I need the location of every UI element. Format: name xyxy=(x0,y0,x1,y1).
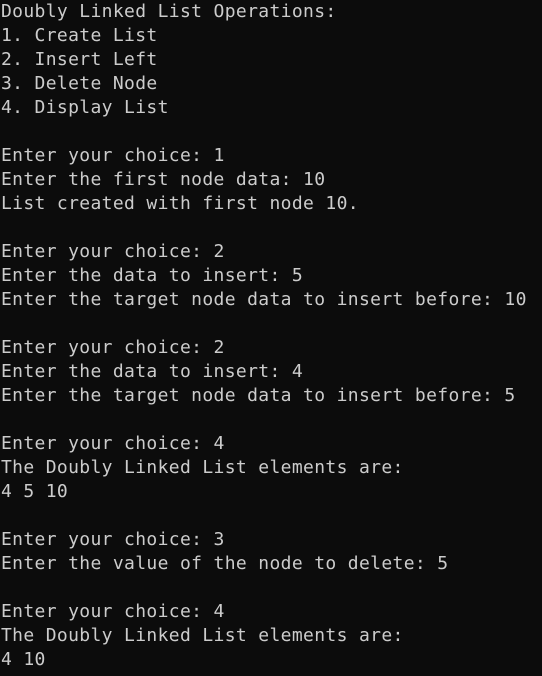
list-elements-line: 4 5 10 xyxy=(1,481,69,502)
choice-prompt-line: Enter your choice: 4 xyxy=(1,601,225,622)
menu-title-line: Doubly Linked List Operations: xyxy=(1,1,337,22)
choice-prompt-line: Enter your choice: 3 xyxy=(1,529,225,550)
menu-option-delete-node: 3. Delete Node xyxy=(1,73,158,94)
list-created-message: List created with first node 10. xyxy=(1,193,359,214)
delete-value-line: Enter the value of the node to delete: 5 xyxy=(1,553,449,574)
target-node-line: Enter the target node data to insert bef… xyxy=(1,385,516,406)
choice-prompt-line: Enter your choice: 1 xyxy=(1,145,225,166)
list-elements-line: 4 10 xyxy=(1,649,46,670)
display-header-line: The Doubly Linked List elements are: xyxy=(1,625,404,646)
first-node-input-line: Enter the first node data: 10 xyxy=(1,169,326,190)
choice-prompt-line: Enter your choice: 4 xyxy=(1,433,225,454)
choice-prompt-line: Enter your choice: 2 xyxy=(1,337,225,358)
insert-data-line: Enter the data to insert: 5 xyxy=(1,265,304,286)
display-header-line: The Doubly Linked List elements are: xyxy=(1,457,404,478)
target-node-line: Enter the target node data to insert bef… xyxy=(1,289,527,310)
terminal-output: Doubly Linked List Operations: 1. Create… xyxy=(0,0,542,672)
menu-option-display-list: 4. Display List xyxy=(1,97,169,118)
terminal-window[interactable]: Doubly Linked List Operations: 1. Create… xyxy=(0,0,542,676)
choice-prompt-line: Enter your choice: 2 xyxy=(1,241,225,262)
menu-option-insert-left: 2. Insert Left xyxy=(1,49,158,70)
menu-option-create-list: 1. Create List xyxy=(1,25,158,46)
insert-data-line: Enter the data to insert: 4 xyxy=(1,361,304,382)
